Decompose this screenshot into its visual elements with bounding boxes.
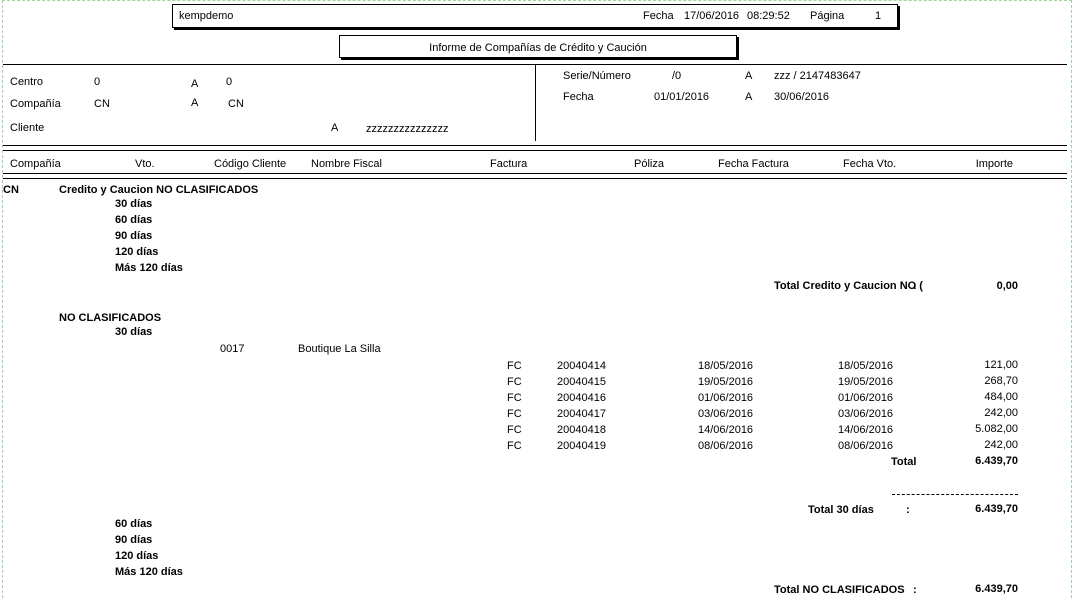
total-30-colon: : xyxy=(906,504,910,516)
invoice-type: FC xyxy=(507,440,522,452)
invoice-amount: 5.082,00 xyxy=(975,423,1018,435)
group2-range: 60 días xyxy=(115,518,153,530)
company-code: CN xyxy=(3,184,19,196)
group1-total-label: Total Credito y Caucion NO ( xyxy=(774,280,923,292)
client-code: 0017 xyxy=(220,343,245,355)
report-title: Informe de Compañías de Crédito y Caució… xyxy=(429,42,647,54)
centro-label: Centro xyxy=(10,76,44,88)
centro-to: 0 xyxy=(226,76,233,88)
column-header-top-line-2 xyxy=(3,150,1067,151)
invoice-number: 20040419 xyxy=(557,440,606,452)
invoice-number: 20040416 xyxy=(557,392,606,404)
invoice-date: 03/06/2016 xyxy=(698,408,754,420)
invoice-due-date: 03/06/2016 xyxy=(838,408,894,420)
group2-total-colon: : xyxy=(913,584,917,596)
col-fecha-factura: Fecha Factura xyxy=(718,158,789,170)
serie-to: zzz / 2147483647 xyxy=(774,70,861,82)
page-label: Página xyxy=(810,10,845,22)
col-compania: Compañía xyxy=(10,158,61,170)
total-30-value: 6.439,70 xyxy=(975,503,1018,515)
page-number: 1 xyxy=(875,10,882,22)
cliente-to: zzzzzzzzzzzzzzz xyxy=(366,123,449,135)
col-factura: Factura xyxy=(490,158,528,170)
centro-from: 0 xyxy=(94,76,101,88)
page-frame xyxy=(2,0,1072,598)
compania-from: CN xyxy=(94,98,110,110)
invoice-amount: 484,00 xyxy=(984,391,1018,403)
col-codigo-cliente: Código Cliente xyxy=(214,158,287,170)
invoice-due-date: 08/06/2016 xyxy=(838,440,894,452)
client-total-value: 6.439,70 xyxy=(975,455,1018,467)
column-header-top-line xyxy=(3,145,1067,146)
group2-total-label: Total NO CLASIFICADOS xyxy=(774,584,905,596)
invoice-date: 08/06/2016 xyxy=(698,440,754,452)
column-header-bottom-line-2 xyxy=(3,178,1067,179)
fecha-from: 01/01/2016 xyxy=(654,91,710,103)
invoice-amount: 242,00 xyxy=(984,407,1018,419)
group1-range: Más 120 días xyxy=(115,262,183,274)
col-poliza: Póliza xyxy=(634,158,664,170)
invoice-date: 19/05/2016 xyxy=(698,376,754,388)
group1-total-value: 0,00 xyxy=(996,280,1018,292)
invoice-type: FC xyxy=(507,376,522,388)
col-vto: Vto. xyxy=(135,158,155,170)
compania-label: Compañía xyxy=(10,98,61,110)
invoice-number: 20040418 xyxy=(557,424,606,436)
print-date: 17/06/2016 xyxy=(684,10,740,22)
group1-range: 120 días xyxy=(115,246,159,258)
group2-range-30: 30 días xyxy=(115,326,153,338)
group1-range: 60 días xyxy=(115,214,153,226)
invoice-number: 20040414 xyxy=(557,360,606,372)
fecha-a: A xyxy=(745,91,753,103)
invoice-amount: 121,00 xyxy=(984,359,1018,371)
serie-from: /0 xyxy=(672,70,682,82)
invoice-due-date: 19/05/2016 xyxy=(838,376,894,388)
invoice-due-date: 01/06/2016 xyxy=(838,392,894,404)
invoice-date: 01/06/2016 xyxy=(698,392,754,404)
group1-range: 30 días xyxy=(115,198,153,210)
filter-divider xyxy=(535,64,536,141)
col-importe: Importe xyxy=(975,158,1013,170)
invoice-due-date: 18/05/2016 xyxy=(838,360,894,372)
col-nombre-fiscal: Nombre Fiscal xyxy=(311,158,382,170)
col-fecha-vto: Fecha Vto. xyxy=(843,158,897,170)
subtotal-rule xyxy=(892,494,1018,495)
invoice-type: FC xyxy=(507,424,522,436)
user-name: kempdemo xyxy=(179,10,234,22)
cliente-a: A xyxy=(331,122,339,134)
centro-a: A xyxy=(191,78,199,90)
compania-to: CN xyxy=(228,98,244,110)
date-label: Fecha xyxy=(643,10,674,22)
client-name: Boutique La Silla xyxy=(298,343,381,355)
invoice-date: 14/06/2016 xyxy=(698,424,754,436)
serie-a: A xyxy=(745,70,753,82)
group2-total-value: 6.439,70 xyxy=(975,583,1018,595)
invoice-date: 18/05/2016 xyxy=(698,360,754,372)
invoice-type: FC xyxy=(507,392,522,404)
group1-total-colon: : xyxy=(913,280,917,292)
invoice-number: 20040417 xyxy=(557,408,606,420)
print-time: 08:29:52 xyxy=(747,10,790,22)
group1-range: 90 días xyxy=(115,230,153,242)
serie-label: Serie/Número xyxy=(563,70,631,82)
group2-range: Más 120 días xyxy=(115,566,183,578)
invoice-type: FC xyxy=(507,408,522,420)
group2-range: 90 días xyxy=(115,534,153,546)
group2-range: 120 días xyxy=(115,550,159,562)
client-total-label: Total xyxy=(891,456,917,468)
invoice-type: FC xyxy=(507,360,522,372)
cliente-label: Cliente xyxy=(10,122,45,134)
invoice-amount: 242,00 xyxy=(984,439,1018,451)
invoice-due-date: 14/06/2016 xyxy=(838,424,894,436)
column-header-bottom-line xyxy=(3,173,1067,174)
group1-title: Credito y Caucion NO CLASIFICADOS xyxy=(59,184,259,196)
invoice-amount: 268,70 xyxy=(984,375,1018,387)
invoice-number: 20040415 xyxy=(557,376,606,388)
group2-title: NO CLASIFICADOS xyxy=(59,312,162,324)
fecha-to: 30/06/2016 xyxy=(774,91,830,103)
compania-a: A xyxy=(191,97,199,109)
fecha-filter-label: Fecha xyxy=(563,91,594,103)
total-30-label: Total 30 días xyxy=(808,504,874,516)
